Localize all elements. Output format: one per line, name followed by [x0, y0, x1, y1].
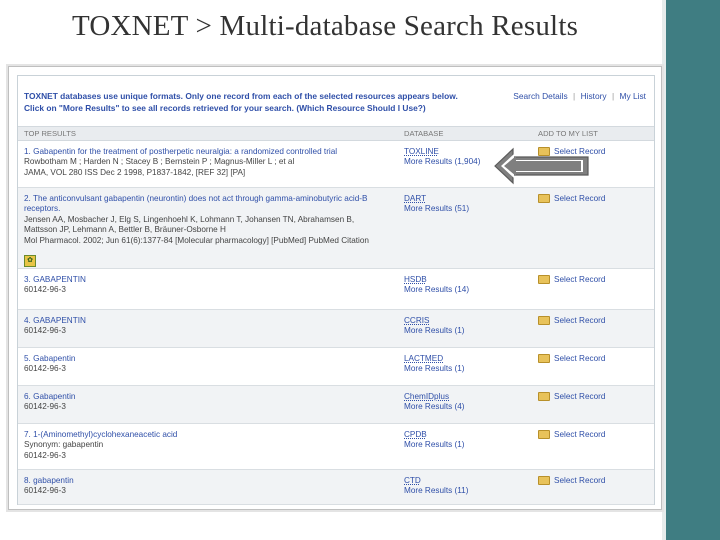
- result-title-link[interactable]: 1. Gabapentin for the treatment of posth…: [24, 147, 394, 157]
- notice-text: TOXNET databases use unique formats. Onl…: [24, 91, 484, 114]
- result-detail: 60142-96-3: [24, 450, 66, 460]
- database-cell: LACTMED More Results (1): [404, 354, 465, 375]
- result-detail: 60142-96-3: [24, 364, 66, 374]
- result-cell: 2. The anticonvulsant gabapentin (neuron…: [24, 194, 394, 246]
- result-cell: 1. Gabapentin for the treatment of posth…: [24, 147, 394, 178]
- folder-icon: [538, 194, 550, 204]
- result-title-link[interactable]: 6. Gabapentin: [24, 392, 394, 402]
- database-cell: CTD More Results (11): [404, 476, 468, 497]
- result-detail: JAMA, VOL 280 ISS Dec 2 1998, P1837-1842…: [24, 167, 246, 177]
- result-detail: Jensen AA, Mosbacher J, Elg S, Lingenhoe…: [24, 214, 355, 224]
- result-cell: 7. 1-(Aminomethyl)cyclohexaneacetic acid…: [24, 430, 394, 461]
- table-row: 7. 1-(Aminomethyl)cyclohexaneacetic acid…: [18, 424, 654, 470]
- database-cell: TOXLINE More Results (1,904): [404, 147, 480, 168]
- more-results-link[interactable]: More Results (1,904): [404, 157, 480, 167]
- result-title-link[interactable]: 3. GABAPENTIN: [24, 275, 394, 285]
- select-record-label: Select Record: [554, 194, 606, 203]
- more-results-link[interactable]: More Results (4): [404, 402, 465, 412]
- notice-line-1: TOXNET databases use unique formats. Onl…: [24, 91, 458, 101]
- database-cell: DART More Results (51): [404, 194, 469, 215]
- folder-icon: [538, 316, 550, 326]
- folder-icon: [538, 392, 550, 402]
- table-row: 4. GABAPENTIN 60142-96-3 CCRIS More Resu…: [18, 310, 654, 348]
- database-name-link[interactable]: LACTMED: [404, 354, 465, 364]
- result-cell: 4. GABAPENTIN 60142-96-3: [24, 316, 394, 337]
- separator: |: [611, 91, 615, 101]
- result-detail: 60142-96-3: [24, 402, 66, 412]
- result-detail: 60142-96-3: [24, 486, 66, 496]
- result-title-link[interactable]: 8. gabapentin: [24, 476, 394, 486]
- table-row: 5. Gabapentin 60142-96-3 LACTMED More Re…: [18, 348, 654, 386]
- result-detail: 60142-96-3: [24, 285, 66, 295]
- top-links: Search Details | History | My List: [513, 91, 646, 101]
- folder-icon: [538, 476, 550, 486]
- more-results-link[interactable]: More Results (1): [404, 326, 465, 336]
- more-results-link[interactable]: More Results (1): [404, 364, 465, 374]
- select-record-button[interactable]: Select Record: [538, 275, 606, 285]
- more-results-link[interactable]: More Results (14): [404, 285, 469, 295]
- table-row: 2. The anticonvulsant gabapentin (neuron…: [18, 188, 654, 269]
- select-record-button[interactable]: Select Record: [538, 194, 606, 204]
- result-detail: Mattsson JP, Lehmann A, Bettler B, Bräun…: [24, 225, 226, 235]
- header-add-to-list: ADD TO MY LIST: [538, 129, 598, 138]
- database-name-link[interactable]: ChemIDplus: [404, 392, 465, 402]
- select-record-label: Select Record: [554, 275, 606, 284]
- folder-icon: [538, 354, 550, 364]
- result-cell: 8. gabapentin 60142-96-3: [24, 476, 394, 497]
- database-name-link[interactable]: CCRIS: [404, 316, 465, 326]
- database-name-link[interactable]: DART: [404, 194, 469, 204]
- select-record-button[interactable]: Select Record: [538, 476, 606, 486]
- database-cell: ChemIDplus More Results (4): [404, 392, 465, 413]
- database-name-link[interactable]: TOXLINE: [404, 147, 480, 157]
- folder-icon: [538, 430, 550, 440]
- result-detail: Synonym: gabapentin: [24, 440, 104, 450]
- search-details-link[interactable]: Search Details: [513, 91, 567, 101]
- select-record-button[interactable]: Select Record: [538, 430, 606, 440]
- table-row: 6. Gabapentin 60142-96-3 ChemIDplus More…: [18, 386, 654, 424]
- notice-line-2[interactable]: Click on "More Results" to see all recor…: [24, 103, 484, 115]
- select-record-label: Select Record: [554, 316, 606, 325]
- database-name-link[interactable]: CPDB: [404, 430, 465, 440]
- select-record-button[interactable]: Select Record: [538, 392, 606, 402]
- select-record-button[interactable]: Select Record: [538, 316, 606, 326]
- folder-icon: [538, 275, 550, 285]
- result-detail: Mol Pharmacol. 2002; Jun 61(6):1377-84 […: [24, 235, 369, 245]
- slide-title: TOXNET > Multi-database Search Results: [71, 10, 579, 42]
- result-cell: 5. Gabapentin 60142-96-3: [24, 354, 394, 375]
- result-title-link[interactable]: 5. Gabapentin: [24, 354, 394, 364]
- more-results-link[interactable]: More Results (51): [404, 204, 469, 214]
- result-title-link[interactable]: 2. The anticonvulsant gabapentin (neuron…: [24, 194, 394, 215]
- header-database: DATABASE: [404, 129, 444, 138]
- result-title-link[interactable]: 4. GABAPENTIN: [24, 316, 394, 326]
- results-panel: TOXNET databases use unique formats. Onl…: [17, 75, 655, 505]
- database-name-link[interactable]: CTD: [404, 476, 468, 486]
- select-record-button[interactable]: Select Record: [538, 354, 606, 364]
- my-list-link[interactable]: My List: [619, 91, 646, 101]
- result-title-link[interactable]: 7. 1-(Aminomethyl)cyclohexaneacetic acid: [24, 430, 394, 440]
- select-record-label: Select Record: [554, 392, 606, 401]
- database-name-link[interactable]: HSDB: [404, 275, 469, 285]
- pubchem-logo-icon: ✿: [24, 255, 36, 267]
- separator: |: [573, 91, 576, 101]
- left-arrow-icon: [494, 147, 589, 185]
- header-top-results: TOP RESULTS: [24, 129, 76, 138]
- select-record-label: Select Record: [554, 354, 606, 363]
- result-cell: 3. GABAPENTIN 60142-96-3: [24, 275, 394, 296]
- database-cell: CPDB More Results (1): [404, 430, 465, 451]
- more-results-link[interactable]: More Results (11): [404, 486, 468, 496]
- table-row: ✿ 3. GABAPENTIN 60142-96-3 HSDB More Res…: [18, 255, 654, 310]
- select-record-label: Select Record: [554, 430, 606, 439]
- table-header: TOP RESULTS DATABASE ADD TO MY LIST: [18, 126, 654, 141]
- database-cell: HSDB More Results (14): [404, 275, 469, 296]
- history-link[interactable]: History: [581, 91, 607, 101]
- select-record-label: Select Record: [554, 476, 606, 485]
- more-results-link[interactable]: More Results (1): [404, 440, 465, 450]
- database-cell: CCRIS More Results (1): [404, 316, 465, 337]
- result-cell: 6. Gabapentin 60142-96-3: [24, 392, 394, 413]
- result-detail: 60142-96-3: [24, 326, 66, 336]
- screenshot-frame: TOXNET databases use unique formats. Onl…: [8, 66, 662, 510]
- slide-accent-band: [666, 0, 720, 540]
- table-row: 8. gabapentin 60142-96-3 CTD More Result…: [18, 470, 654, 505]
- result-detail: Rowbotham M ; Harden N ; Stacey B ; Bern…: [24, 157, 295, 167]
